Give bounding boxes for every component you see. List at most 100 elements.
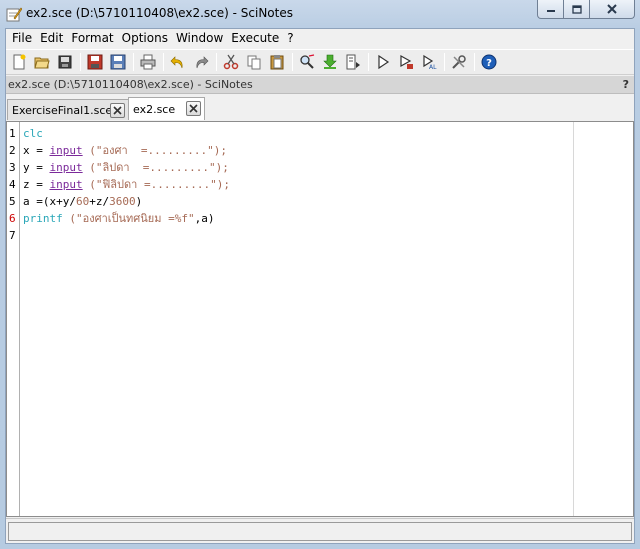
open-recent-icon [58,55,72,69]
run-selection-icon [400,54,413,69]
file-path: ex2.sce (D:\5710110408\ex2.sce) - SciNot… [8,78,253,91]
code-editor[interactable]: 1 2 3 4 5 6 7 clc x = input ("องศา =.........")… [6,121,634,517]
close-icon [607,4,617,14]
print-icon [140,54,156,70]
code-token: ("องศา =........."); [82,144,227,157]
code-token: input [49,144,83,157]
code-token: = [29,178,50,191]
tab-close-button[interactable] [186,101,201,116]
tab-label: ex2.sce [133,102,176,116]
execute-file-button[interactable] [342,51,364,73]
code-token: ("ฟิลิปดา =........."); [82,178,231,191]
code-line[interactable]: clc [23,125,43,142]
editor-tabs: ExerciseFinal1.sce ex2.sce [6,94,634,120]
code-line[interactable]: y = input ("ลิปดา =........."); [23,159,229,176]
code-line[interactable]: a =(x+y/60+z/3600) [23,193,142,210]
menu-help[interactable]: ? [283,29,297,48]
code-token: input [49,161,83,174]
code-token: 3600 [109,195,136,208]
load-into-scilab-icon [323,54,337,69]
find-button[interactable] [296,51,318,73]
toolbar-separator [292,53,293,71]
close-button[interactable] [590,0,635,19]
code-token: = [29,144,50,157]
copy-icon [247,55,261,70]
client-area: File Edit Format Options Window Execute … [5,28,635,544]
save-button[interactable] [84,51,106,73]
code-token: ) [135,195,143,208]
code-token: x [23,144,30,157]
toolbar-separator [163,53,164,71]
tab-ex2[interactable]: ex2.sce [128,97,205,120]
load-into-scilab-button[interactable] [319,51,341,73]
line-number: 1 [9,127,16,140]
copy-button[interactable] [243,51,265,73]
help-icon: ? [481,54,497,70]
cut-icon [223,54,239,70]
code-token: ("ลิปดา =........."); [82,161,229,174]
code-token: z [23,178,30,191]
code-token: printf [23,212,63,225]
run-to-cursor-icon: ALL [423,54,437,70]
code-token: a [23,195,30,208]
code-token: (x+y/ [42,195,76,208]
code-token: +z/ [89,195,110,208]
code-token: 60 [76,195,90,208]
maximize-icon [571,4,582,14]
code-token: input [49,178,83,191]
new-file-button[interactable] [8,51,30,73]
run-icon [378,54,390,70]
help-button[interactable]: ? [478,51,500,73]
menu-execute[interactable]: Execute [227,29,283,48]
run-button[interactable] [372,51,394,73]
code-line[interactable]: z = input ("ฟิลิปดา =........."); [23,176,230,193]
open-recent-button[interactable] [54,51,76,73]
close-icon [113,106,122,115]
menu-file[interactable]: File [8,29,36,48]
code-token: = [29,195,43,208]
settings-button[interactable] [448,51,470,73]
code-line[interactable]: x = input ("องศา =........."); [23,142,227,159]
minimize-icon [546,10,555,12]
line-number: 6 [9,212,16,225]
paste-button[interactable] [266,51,288,73]
line-number: 4 [9,178,16,191]
maximize-button[interactable] [564,0,590,19]
line-number: 7 [9,229,16,242]
toolbar-separator [444,53,445,71]
redo-button[interactable] [190,51,212,73]
run-to-cursor-button[interactable]: ALL [418,51,440,73]
pathbar-help[interactable]: ? [623,78,629,91]
tab-exercisefinal1[interactable]: ExerciseFinal1.sce [7,99,129,120]
menu-format[interactable]: Format [67,29,117,48]
line-number: 5 [9,195,16,208]
save-icon [87,54,103,70]
editor-right-margin [574,122,633,516]
menu-window[interactable]: Window [172,29,227,48]
close-icon [189,104,198,113]
cut-button[interactable] [220,51,242,73]
open-file-button[interactable] [31,51,53,73]
menu-options[interactable]: Options [118,29,172,48]
file-path-bar: ex2.sce (D:\5710110408\ex2.sce) - SciNot… [6,76,634,94]
redo-icon [196,56,209,69]
code-token: ("องศาเป็นทศนิยม =%f" [62,212,195,225]
undo-button[interactable] [167,51,189,73]
new-file-icon [13,54,26,70]
tab-close-button[interactable] [110,103,125,118]
save-as-button[interactable] [107,51,129,73]
status-field [8,522,632,541]
menu-edit[interactable]: Edit [36,29,67,48]
paste-icon [270,55,284,70]
run-selection-button[interactable] [395,51,417,73]
print-button[interactable] [137,51,159,73]
toolbar: ALL ? [6,49,634,75]
title-bar[interactable]: ex2.sce (D:\5710110408\ex2.sce) - SciNot… [0,0,640,28]
line-number-gutter: 1 2 3 4 5 6 7 [7,122,20,516]
open-file-icon [34,57,50,69]
code-token: ,a) [194,212,215,225]
code-line[interactable]: printf ("องศาเป็นทศนิยม =%f",a) [23,210,214,227]
toolbar-separator [474,53,475,71]
minimize-button[interactable] [537,0,564,19]
code-area[interactable]: clc x = input ("องศา =........."); y = inp… [21,122,573,516]
